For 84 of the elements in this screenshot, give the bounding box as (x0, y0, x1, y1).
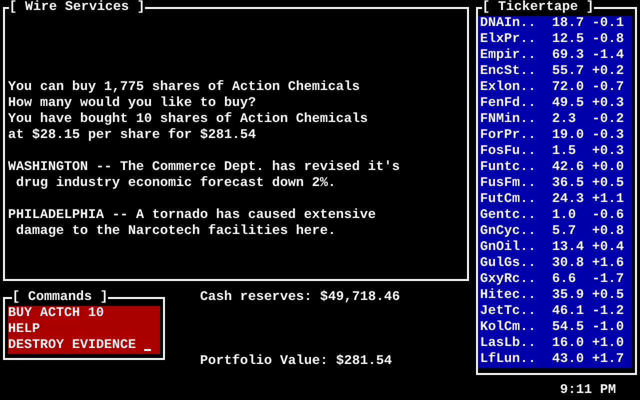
command-line: BUY ACTCH 10 (8, 306, 105, 322)
ticker-price: 5.7 (552, 224, 577, 240)
panel-title: [ Tickertape ] (482, 0, 594, 16)
ticker-price: 69.3 (552, 48, 585, 64)
ticker-price: 42.6 (552, 160, 585, 176)
ticker-change: +1.1 (592, 192, 624, 208)
ticker-symbol: JetTc.. (480, 304, 537, 320)
ticker-price: 18.7 (552, 16, 585, 32)
panel-title: [ Wire Services ] (9, 0, 145, 16)
ticker-price: 1.5 (552, 144, 577, 160)
panel-title: [ Commands ] (12, 290, 108, 306)
ticker-change: -0.1 (592, 16, 624, 32)
ticker-price: 55.7 (552, 64, 585, 80)
ticker-symbol: FNMin.. (480, 112, 537, 128)
command-line: HELP (8, 322, 41, 338)
ticker-symbol: GulGs.. (480, 256, 537, 272)
ticker-symbol: GxyRc.. (480, 272, 537, 288)
ticker-symbol: LasLb.. (480, 336, 537, 352)
command-input[interactable]: DESTROY EVIDENCE (8, 338, 144, 354)
cash-reserves: Cash reserves: $49,718.46 (200, 290, 400, 306)
ticker-symbol: GnCyc.. (480, 224, 537, 240)
ticker-symbol: EncSt.. (480, 64, 537, 80)
ticker-price: 2.3 (552, 112, 577, 128)
ticker-price: 54.5 (552, 320, 585, 336)
ticker-price: 16.0 (552, 336, 585, 352)
ticker-change: -1.0 (592, 320, 624, 336)
portfolio-value: Portfolio Value: $281.54 (200, 354, 393, 370)
ticker-symbol: FenFd.. (480, 96, 537, 112)
ticker-change: +1.7 (592, 352, 624, 368)
ticker-symbol: Hitec.. (480, 288, 537, 304)
ticker-price: 6.6 (552, 272, 577, 288)
clock: 9:11 PM (559, 383, 617, 399)
ticker-change: -1.7 (592, 272, 624, 288)
ticker-symbol: LfLun.. (480, 352, 537, 368)
ticker-change: -0.8 (592, 32, 624, 48)
news-line: WASHINGTON -- The Commerce Dept. has revised it's (8, 160, 401, 176)
ticker-change: -1.2 (592, 304, 624, 320)
ticker-price: 35.9 (552, 288, 585, 304)
ticker-change: +0.8 (592, 224, 624, 240)
ticker-price: 72.0 (552, 80, 585, 96)
ticker-price: 30.8 (552, 256, 585, 272)
ticker-change: -0.2 (592, 112, 624, 128)
news-line: at $28.15 per share for $281.54 (8, 128, 257, 144)
ticker-symbol: FusFm.. (480, 176, 537, 192)
ticker-symbol: GnOil.. (480, 240, 537, 256)
news-line: You have bought 10 shares of Action Chemicals (8, 112, 369, 128)
ticker-price: 46.1 (552, 304, 585, 320)
ticker-symbol: Empir.. (480, 48, 537, 64)
text-cursor-icon (144, 349, 151, 351)
ticker-symbol: DNAIn.. (480, 16, 537, 32)
news-line: PHILADELPHIA -- A tornado has caused extensive (8, 208, 377, 224)
ticker-price: 36.5 (552, 176, 585, 192)
ticker-change: +0.4 (592, 240, 624, 256)
ticker-symbol: FutCm.. (480, 192, 537, 208)
news-line: How many would you like to buy? (8, 96, 257, 112)
ticker-change: +0.3 (592, 144, 624, 160)
ticker-change: +0.3 (592, 96, 624, 112)
ticker-price: 12.5 (552, 32, 585, 48)
ticker-symbol: ElxPr.. (480, 32, 537, 48)
ticker-symbol: ForPr.. (480, 128, 537, 144)
ticker-change: +1.0 (592, 336, 624, 352)
ticker-change: -0.6 (592, 208, 624, 224)
ticker-change: +0.0 (592, 160, 624, 176)
ticker-change: +0.5 (592, 288, 624, 304)
ticker-change: -0.3 (592, 128, 624, 144)
ticker-change: -1.4 (592, 48, 624, 64)
ticker-price: 49.5 (552, 96, 585, 112)
news-line: drug industry economic forecast down 2%. (14, 176, 337, 192)
ticker-symbol: KolCm.. (480, 320, 537, 336)
ticker-change: +1.6 (592, 256, 624, 272)
ticker-change: +0.5 (592, 176, 624, 192)
ticker-change: -0.7 (592, 80, 624, 96)
ticker-symbol: FosFu.. (480, 144, 537, 160)
ticker-symbol: Gentc.. (480, 208, 537, 224)
ticker-price: 24.3 (552, 192, 585, 208)
news-line: damage to the Narcotech facilities here. (14, 224, 337, 240)
ticker-symbol: Funtc.. (480, 160, 537, 176)
ticker-price: 1.0 (552, 208, 577, 224)
ticker-price: 19.0 (552, 128, 585, 144)
ticker-change: +0.2 (592, 64, 624, 80)
ticker-price: 43.0 (552, 352, 585, 368)
ticker-symbol: Exlon.. (480, 80, 537, 96)
news-line: You can buy 1,775 shares of Action Chemicals (8, 80, 361, 96)
ticker-price: 13.4 (552, 240, 585, 256)
